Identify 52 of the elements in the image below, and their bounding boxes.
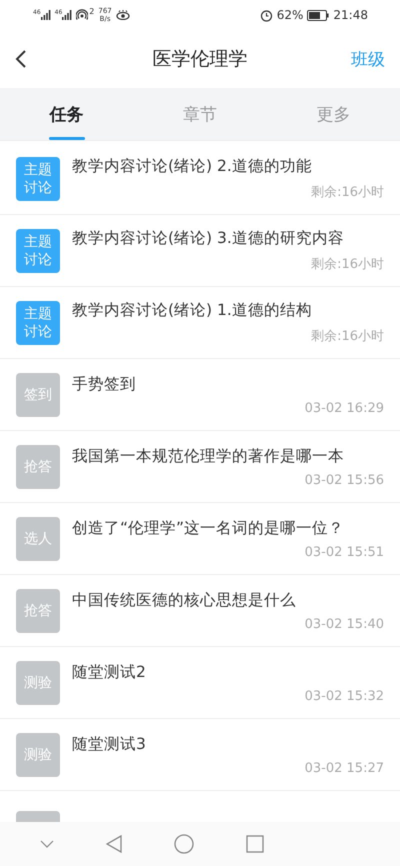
task-type-badge: 测验 (16, 660, 60, 704)
task-type-badge: 主题讨论 (16, 156, 60, 200)
task-item[interactable]: 主题讨论 教学内容讨论(绪论) 3.道德的研究内容 剩余:16小时 (0, 215, 400, 287)
hotspot-icon (76, 9, 88, 21)
alarm-icon (260, 8, 273, 22)
recents-nav-button[interactable] (246, 835, 264, 853)
hide-nav-button[interactable] (40, 840, 54, 848)
task-time: 剩余:16小时 (311, 256, 384, 273)
task-time: 03-02 15:56 (304, 472, 384, 488)
page-title: 医学伦理学 (152, 47, 248, 72)
task-item[interactable]: 主题讨论 教学内容讨论(绪论) 2.道德的功能 剩余:16小时 (0, 143, 400, 215)
task-title: 教学内容讨论(绪论) 3.道德的研究内容 (72, 228, 345, 249)
task-title: 教学内容讨论(绪论) 2.道德的功能 (72, 156, 313, 177)
task-time: 03-02 15:32 (304, 688, 384, 704)
task-time: 剩余:16小时 (311, 328, 384, 345)
signal-icon (40, 10, 51, 20)
clock-time: 21:48 (333, 8, 368, 22)
task-type-badge: 选人 (16, 516, 60, 560)
task-time: 03-02 15:40 (304, 616, 384, 632)
task-title: 随堂测试2 (72, 662, 147, 682)
task-item[interactable]: 签到 手势签到 03-02 16:29 (0, 359, 400, 431)
tab[interactable]: 任务 (0, 88, 134, 140)
task-title: 创造了“伦理学”这一名词的是哪一位？ (72, 518, 346, 538)
eye-icon (116, 10, 130, 20)
task-item[interactable]: 抢答 中国传统医德的核心思想是什么 03-02 15:40 (0, 575, 400, 647)
battery-icon (307, 10, 330, 20)
task-type-badge: 测验 (16, 732, 60, 776)
task-type-badge: 主题讨论 (16, 300, 60, 344)
task-type-badge: 签到 (16, 372, 60, 416)
task-type-badge: 抢答 (16, 444, 60, 488)
task-time: 03-02 15:27 (304, 760, 384, 776)
task-type-badge: 主题讨论 (16, 228, 60, 272)
back-button[interactable] (15, 49, 27, 69)
task-title: 教学内容讨论(绪论) 1.道德的结构 (72, 300, 313, 321)
task-time: 03-02 16:29 (304, 400, 384, 416)
task-title: 中国传统医德的核心思想是什么 (72, 590, 297, 610)
task-item[interactable]: 主题讨论 教学内容讨论(绪论) 1.道德的结构 剩余:16小时 (0, 287, 400, 359)
back-nav-button[interactable] (106, 835, 122, 853)
task-title: 随堂测试3 (72, 734, 147, 754)
task-item[interactable]: 选人 创造了“伦理学”这一名词的是哪一位？ 03-02 15:51 (0, 503, 400, 575)
hotspot-count: 2 (89, 7, 94, 16)
task-item[interactable]: 测验 随堂测试2 03-02 15:32 (0, 647, 400, 719)
task-time: 剩余:16小时 (311, 184, 384, 201)
task-title: 手势签到 (72, 374, 137, 394)
task-item[interactable]: 测验 随堂测试3 03-02 15:27 (0, 719, 400, 791)
signal-icon (62, 10, 72, 20)
task-title: 我国第一本规范伦理学的著作是哪一本 (72, 446, 345, 466)
task-type-badge: 抢答 (16, 588, 60, 632)
task-time: 03-02 15:51 (304, 544, 384, 560)
battery-percent: 62% (276, 8, 304, 22)
home-nav-button[interactable] (174, 834, 194, 854)
task-item[interactable]: 抢答 我国第一本规范伦理学的著作是哪一本 03-02 15:56 (0, 431, 400, 503)
